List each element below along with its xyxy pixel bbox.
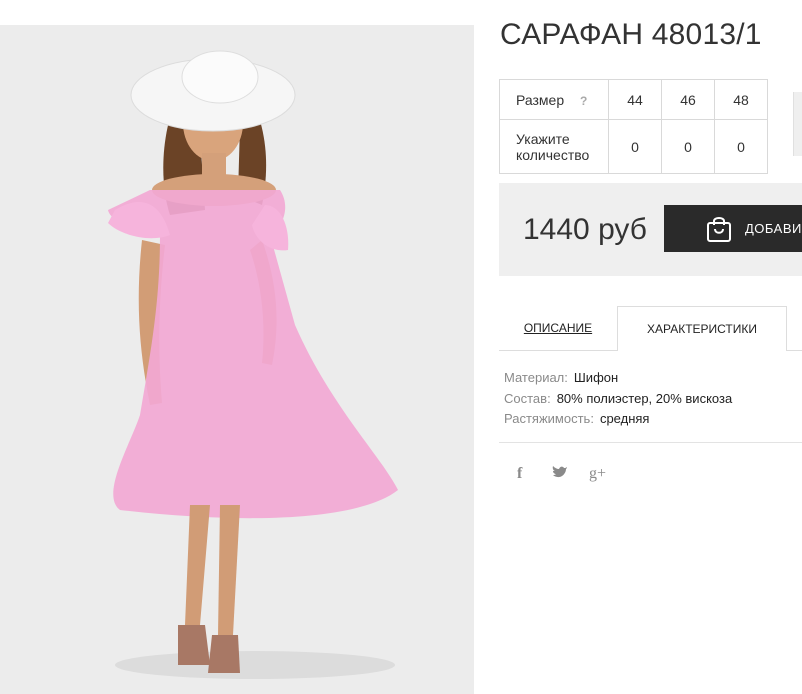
property-value: средняя (599, 411, 650, 426)
property-key: Состав: (504, 390, 551, 406)
shopping-bag-icon (707, 217, 731, 242)
quantity-input-46[interactable]: 0 (661, 119, 715, 174)
property-row: Состав: 80% полиэстер, 20% вискоза (504, 389, 732, 410)
size-label-cell: Размер ? (499, 79, 609, 120)
divider (499, 442, 802, 443)
size-46: 46 (661, 79, 715, 120)
tab-description[interactable]: ОПИСАНИЕ (499, 306, 617, 351)
property-key: Растяжимость: (504, 411, 594, 426)
property-key: Материал: (504, 370, 568, 385)
product-title: САРАФАН 48013/1 (500, 18, 762, 51)
tab-description-label: ОПИСАНИЕ (523, 321, 593, 335)
product-tabs: ОПИСАНИЕ ХАРАКТЕРИСТИКИ (499, 306, 802, 351)
buy-box: 1440 руб ДОБАВИТ (499, 183, 802, 276)
size-label: Размер (516, 91, 565, 108)
twitter-bird-icon (552, 466, 567, 478)
quantity-label: Укажите количество (499, 119, 609, 174)
side-panel-edge (793, 92, 802, 156)
dress-model-image (0, 25, 474, 694)
size-44: 44 (608, 79, 662, 120)
property-value: 80% полиэстер, 20% вискоза (556, 390, 733, 406)
property-row: Материал: Шифон (504, 368, 732, 389)
size-48: 48 (714, 79, 768, 120)
product-photo[interactable] (0, 25, 474, 694)
add-to-cart-label: ДОБАВИТ (745, 221, 802, 236)
size-quantity-table: Размер ? 44 46 48 Укажите количество 0 0… (499, 79, 768, 174)
google-plus-icon[interactable]: g+ (589, 465, 606, 483)
tab-characteristics-label: ХАРАКТЕРИСТИКИ (646, 322, 757, 336)
size-help-icon[interactable]: ? (580, 94, 587, 108)
tab-next-partial (786, 306, 802, 351)
property-row: Растяжимость: средняя (504, 409, 732, 430)
quantity-input-48[interactable]: 0 (714, 119, 768, 174)
characteristics-list: Материал: Шифон Состав: 80% полиэстер, 20%… (504, 368, 732, 430)
add-to-cart-button[interactable]: ДОБАВИТ (664, 205, 802, 252)
twitter-icon[interactable] (552, 465, 568, 484)
product-price: 1440 руб (523, 213, 647, 246)
facebook-icon[interactable]: f (517, 465, 522, 483)
property-value: Шифон (573, 370, 619, 385)
quantity-input-44[interactable]: 0 (608, 119, 662, 174)
tab-characteristics[interactable]: ХАРАКТЕРИСТИКИ (617, 306, 787, 351)
